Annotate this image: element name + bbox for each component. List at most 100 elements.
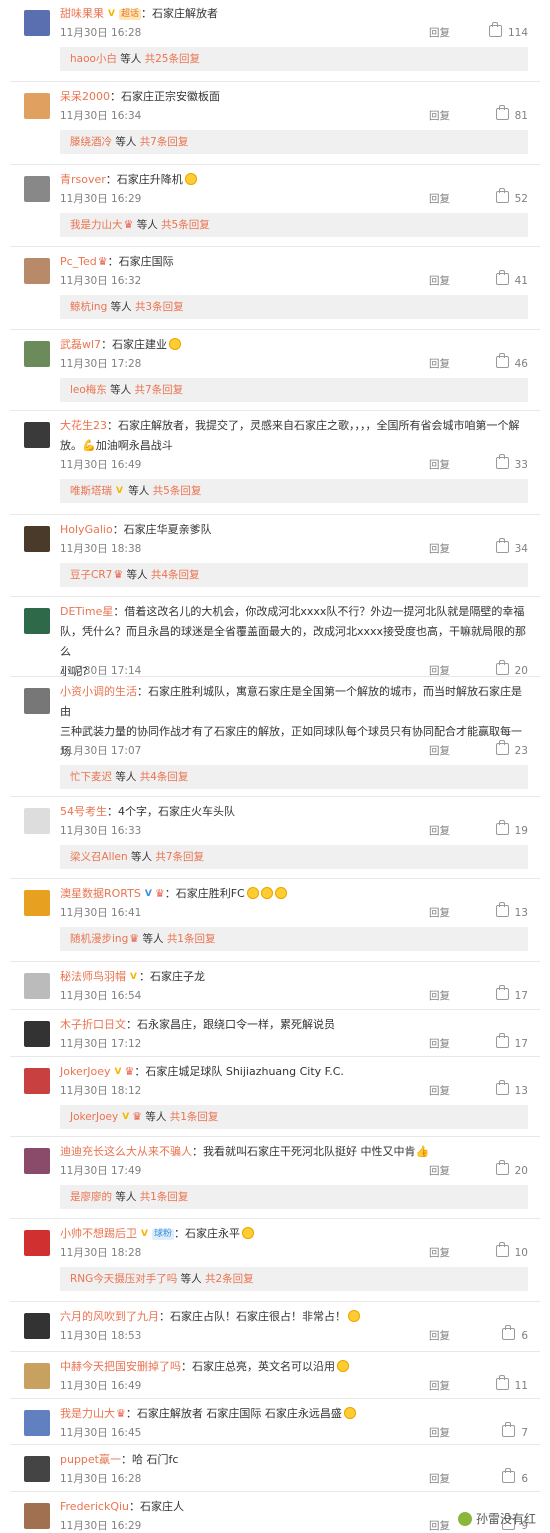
- reply-count-link[interactable]: 共5条回复: [153, 485, 202, 497]
- reply-user-link[interactable]: 随机漫步ing: [70, 933, 128, 945]
- reply-user-link[interactable]: 我是力山大: [70, 219, 123, 231]
- reply-button[interactable]: 回复: [429, 905, 450, 920]
- username-link[interactable]: 小资小调的生活: [60, 685, 137, 698]
- username-link[interactable]: puppet羸一: [60, 1453, 121, 1466]
- like-button[interactable]: 19: [488, 820, 528, 837]
- avatar[interactable]: [24, 1148, 50, 1174]
- like-button[interactable]: 34: [488, 538, 528, 555]
- avatar[interactable]: [24, 973, 50, 999]
- like-button[interactable]: 41: [488, 270, 528, 287]
- reply-count-link[interactable]: 共2条回复: [205, 1273, 254, 1285]
- like-button[interactable]: 20: [488, 660, 528, 677]
- reply-button[interactable]: 回复: [429, 541, 450, 556]
- replies-summary[interactable]: 忙下麦迟 等人 共4条回复: [60, 765, 528, 789]
- like-button[interactable]: 20: [488, 1160, 528, 1177]
- replies-summary[interactable]: 梁义召Allen 等人 共7条回复: [60, 845, 528, 869]
- replies-summary[interactable]: JokerJoey V ♛ 等人 共1条回复: [60, 1105, 528, 1129]
- like-button[interactable]: 13: [488, 902, 528, 919]
- like-button[interactable]: 13: [488, 1080, 528, 1097]
- reply-user-link[interactable]: 是廖廖的: [70, 1191, 112, 1203]
- reply-user-link[interactable]: 鲸杭ing: [70, 301, 107, 313]
- avatar[interactable]: [24, 1503, 50, 1529]
- reply-button[interactable]: 回复: [429, 273, 450, 288]
- like-button[interactable]: 17: [488, 1033, 528, 1050]
- reply-user-link[interactable]: 唯斯塔瑞: [70, 485, 112, 497]
- avatar[interactable]: [24, 1456, 50, 1482]
- reply-count-link[interactable]: 共7条回复: [140, 136, 189, 148]
- replies-summary[interactable]: 鲸杭ing 等人 共3条回复: [60, 295, 528, 319]
- username-link[interactable]: 木子折口日文: [60, 1018, 126, 1031]
- username-link[interactable]: 迪迪充长这么大从来不骗人: [60, 1145, 192, 1158]
- avatar[interactable]: [24, 1410, 50, 1436]
- reply-count-link[interactable]: 共1条回复: [140, 1191, 189, 1203]
- reply-button[interactable]: 回复: [429, 823, 450, 838]
- username-link[interactable]: JokerJoey: [60, 1065, 111, 1078]
- reply-user-link[interactable]: RNG今天摄压对手了吗: [70, 1273, 177, 1285]
- like-button[interactable]: 10: [488, 1242, 528, 1259]
- username-link[interactable]: 甜味果果: [60, 7, 104, 20]
- reply-user-link[interactable]: 梁义召Allen: [70, 851, 128, 863]
- reply-count-link[interactable]: 共1条回复: [167, 933, 216, 945]
- like-button[interactable]: 23: [488, 740, 528, 757]
- replies-summary[interactable]: haoo小白 等人 共25条回复: [60, 47, 528, 71]
- reply-count-link[interactable]: 共1条回复: [170, 1111, 219, 1123]
- reply-count-link[interactable]: 共4条回复: [151, 569, 200, 581]
- reply-user-link[interactable]: 滕绕酒冷: [70, 136, 112, 148]
- avatar[interactable]: [24, 808, 50, 834]
- avatar[interactable]: [24, 176, 50, 202]
- reply-button[interactable]: 回复: [429, 1425, 450, 1440]
- reply-user-link[interactable]: haoo小白: [70, 53, 117, 65]
- avatar[interactable]: [24, 10, 50, 36]
- reply-button[interactable]: 回复: [429, 191, 450, 206]
- like-button[interactable]: 52: [488, 188, 528, 205]
- username-link[interactable]: FrederickQiu: [60, 1500, 129, 1513]
- replies-summary[interactable]: 我是力山大♛ 等人 共5条回复: [60, 213, 528, 237]
- username-link[interactable]: 澳星数据RORTS: [60, 887, 141, 900]
- avatar[interactable]: [24, 1363, 50, 1389]
- reply-user-link[interactable]: 忙下麦迟: [70, 771, 112, 783]
- username-link[interactable]: 我是力山大: [60, 1407, 115, 1420]
- like-button[interactable]: 11: [488, 1375, 528, 1392]
- username-link[interactable]: 54号考生: [60, 805, 107, 818]
- like-button[interactable]: 46: [488, 353, 528, 370]
- like-button[interactable]: 114: [488, 22, 528, 39]
- reply-button[interactable]: 回复: [429, 743, 450, 758]
- avatar[interactable]: [24, 1313, 50, 1339]
- avatar[interactable]: [24, 890, 50, 916]
- reply-count-link[interactable]: 共4条回复: [140, 771, 189, 783]
- replies-summary[interactable]: leo梅东 等人 共7条回复: [60, 378, 528, 402]
- replies-summary[interactable]: 随机漫步ing♛ 等人 共1条回复: [60, 927, 528, 951]
- username-link[interactable]: Pc_Ted: [60, 255, 97, 268]
- reply-count-link[interactable]: 共7条回复: [135, 384, 184, 396]
- username-link[interactable]: 呆呆2000: [60, 90, 110, 103]
- like-button[interactable]: 17: [488, 985, 528, 1002]
- avatar[interactable]: [24, 341, 50, 367]
- username-link[interactable]: DETime星: [60, 605, 113, 618]
- reply-user-link[interactable]: 豆子CR7: [70, 569, 112, 581]
- like-button[interactable]: 33: [488, 454, 528, 471]
- username-link[interactable]: 大花生23: [60, 419, 107, 432]
- username-link[interactable]: 秘法师鸟羽帽: [60, 970, 126, 983]
- reply-count-link[interactable]: 共7条回复: [155, 851, 204, 863]
- avatar[interactable]: [24, 93, 50, 119]
- replies-summary[interactable]: 豆子CR7♛ 等人 共4条回复: [60, 563, 528, 587]
- reply-count-link[interactable]: 共25条回复: [145, 53, 200, 65]
- reply-button[interactable]: 回复: [429, 1378, 450, 1393]
- reply-button[interactable]: 回复: [429, 457, 450, 472]
- avatar[interactable]: [24, 1230, 50, 1256]
- reply-button[interactable]: 回复: [429, 1036, 450, 1051]
- reply-button[interactable]: 回复: [429, 1245, 450, 1260]
- reply-count-link[interactable]: 共5条回复: [161, 219, 210, 231]
- username-link[interactable]: 中赫今天把国安删掉了吗: [60, 1360, 181, 1373]
- reply-button[interactable]: 回复: [429, 1328, 450, 1343]
- avatar[interactable]: [24, 422, 50, 448]
- username-link[interactable]: 六月的风吹到了九月: [60, 1310, 159, 1323]
- reply-button[interactable]: 回复: [429, 1471, 450, 1486]
- reply-button[interactable]: 回复: [429, 988, 450, 1003]
- avatar[interactable]: [24, 526, 50, 552]
- reply-count-link[interactable]: 共3条回复: [135, 301, 184, 313]
- reply-user-link[interactable]: JokerJoey: [70, 1111, 118, 1123]
- username-link[interactable]: 小帅不想踢后卫: [60, 1227, 137, 1240]
- like-button[interactable]: 7: [488, 1422, 528, 1439]
- reply-button[interactable]: 回复: [429, 356, 450, 371]
